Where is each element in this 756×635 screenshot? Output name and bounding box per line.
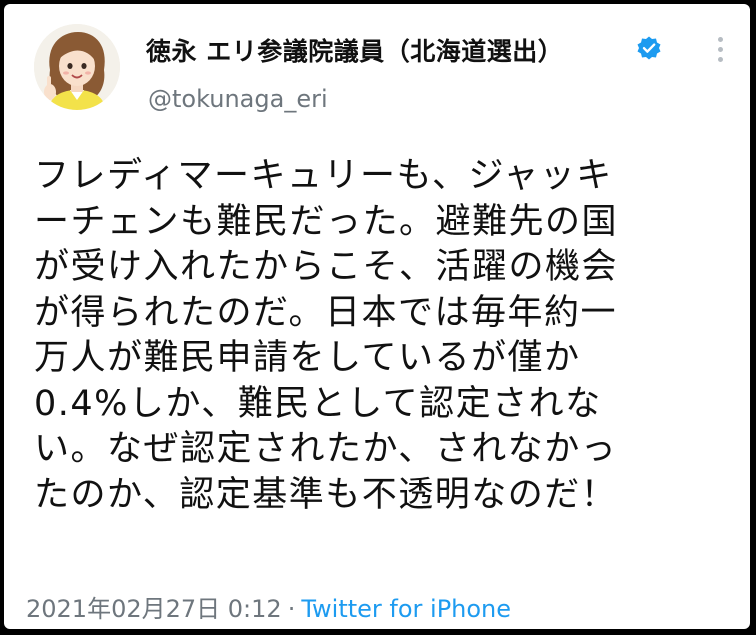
tweet-text-line: 0.4%しか、難民として認定されな xyxy=(34,383,602,424)
tweet-text: フレディマーキュリーも、ジャッキ ーチェンも難民だった。避難先の国 が受け入れた… xyxy=(34,154,734,518)
tweet-source-link[interactable]: Twitter for iPhone xyxy=(301,595,511,623)
more-options-icon[interactable] xyxy=(708,32,732,68)
username-handle[interactable]: @tokunaga_eri xyxy=(148,85,328,113)
tweet-text-line: が受け入れたからこそ、活躍の機会 xyxy=(34,247,619,287)
tweet-meta: 2021年02月27日 0:12 · Twitter for iPhone xyxy=(26,589,511,624)
tweet-card: 徳永 エリ参議院議員（北海道選出） @tokunaga_eri フレディマーキュ… xyxy=(4,4,750,629)
verified-badge-icon xyxy=(636,35,662,61)
display-name[interactable]: 徳永 エリ参議院議員（北海道選出） xyxy=(146,32,563,68)
tweet-text-line: 万人が難民申請をしているが僅か xyxy=(34,338,581,378)
tweet-text-line: ーチェンも難民だった。避難先の国 xyxy=(34,201,619,242)
tweet-timestamp[interactable]: 2021年02月27日 0:12 xyxy=(26,595,282,623)
avatar[interactable] xyxy=(34,24,120,110)
tweet-text-line: フレディマーキュリーも、ジャッキ xyxy=(34,156,613,196)
meta-separator: · xyxy=(287,595,296,623)
tweet-text-line: い。なぜ認定されたか、されなかっ xyxy=(34,429,618,469)
tweet-text-line: が得られたのだ。日本では毎年約一 xyxy=(34,292,617,333)
tweet-text-line: たのか、認定基準も不透明なのだ！ xyxy=(34,474,618,515)
